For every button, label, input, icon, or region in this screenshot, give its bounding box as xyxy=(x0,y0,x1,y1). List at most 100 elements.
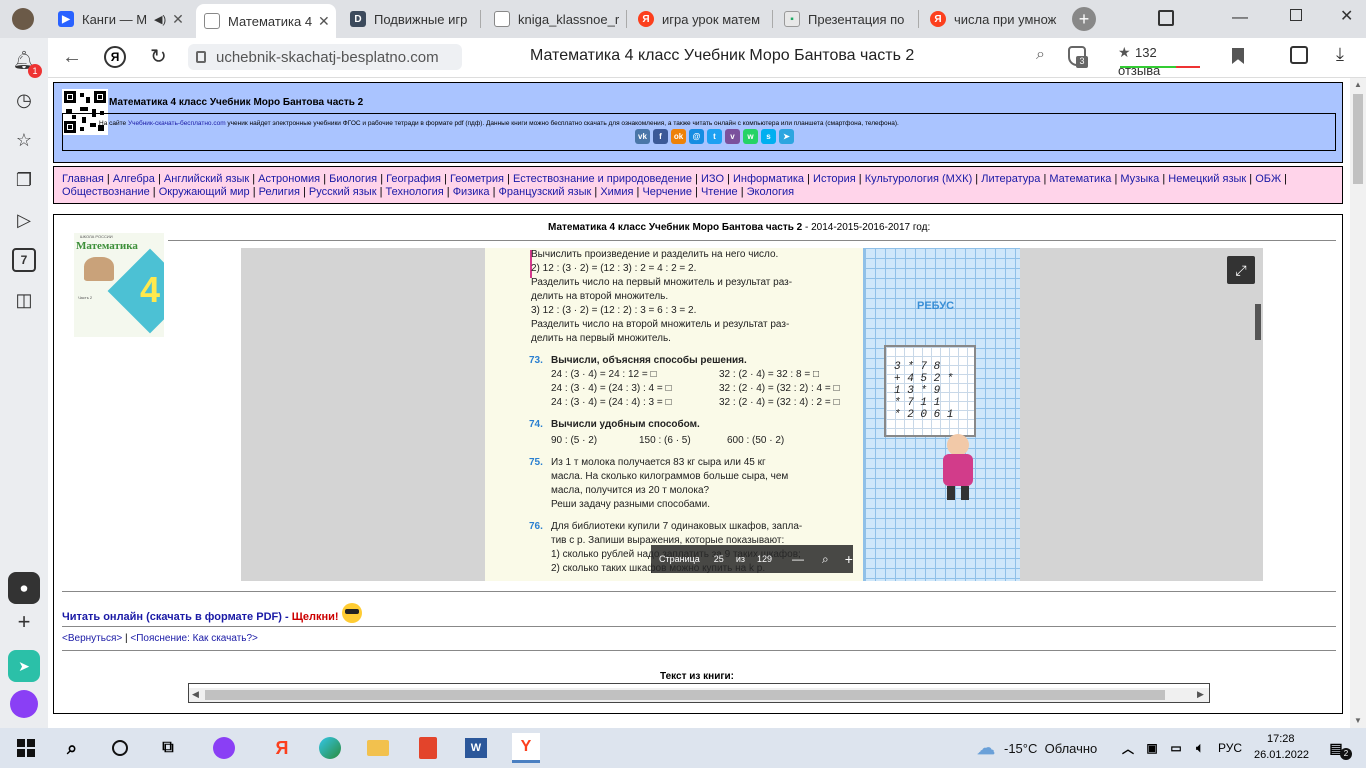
maximize-button[interactable] xyxy=(1290,9,1302,21)
nav-link-line1-7[interactable]: Естествознание и природоведение xyxy=(513,173,692,185)
nav-link-line2-9[interactable]: Чтение xyxy=(701,186,738,198)
nav-link-line2-0[interactable]: Обществознание xyxy=(62,186,150,198)
zoom-magnifier-icon[interactable]: ⌕ xyxy=(822,552,829,567)
tabs-collection-icon[interactable] xyxy=(1158,10,1174,26)
close-tab-icon[interactable]: ✕ xyxy=(318,13,330,30)
tray-app-icon[interactable]: ▣ xyxy=(1140,736,1164,760)
telegram-share-icon[interactable]: ➤ xyxy=(779,129,794,144)
tab-matematika[interactable]: Математика 4 ✕ xyxy=(196,4,336,38)
minimize-button[interactable]: — xyxy=(1232,9,1248,27)
new-tab-button[interactable]: + xyxy=(1072,7,1096,31)
nav-link-line1-1[interactable]: Алгебра xyxy=(113,173,155,185)
collections-icon[interactable] xyxy=(1290,46,1308,64)
windows-start-icon[interactable] xyxy=(14,736,38,760)
nav-link-line1-16[interactable]: ОБЖ xyxy=(1255,173,1281,185)
edge-icon[interactable] xyxy=(318,736,342,760)
nav-link-line2-7[interactable]: Химия xyxy=(600,186,633,198)
scroll-right-arrow-icon[interactable]: ▶ xyxy=(1197,689,1204,700)
download-icon[interactable]: ⤓ xyxy=(1336,44,1344,65)
scroll-up-arrow-icon[interactable]: ▲ xyxy=(1354,80,1362,89)
nav-link-line1-15[interactable]: Немецкий язык xyxy=(1168,173,1246,185)
yandex-y-icon[interactable]: Я xyxy=(104,46,126,68)
zoom-out-icon[interactable]: — xyxy=(792,552,804,566)
profile-avatar[interactable] xyxy=(12,8,34,30)
yandex-browser-taskbar-icon[interactable]: Y xyxy=(512,733,540,763)
word-icon[interactable]: W xyxy=(464,736,488,760)
video-icon[interactable]: ▷ xyxy=(12,208,36,232)
tab-igra-urok[interactable]: Я игра урок матем xyxy=(630,4,770,34)
page-number[interactable]: 25 xyxy=(714,554,724,564)
volume-icon[interactable]: 🔈︎ xyxy=(1188,736,1212,760)
scroll-left-arrow-icon[interactable]: ◀ xyxy=(192,689,199,700)
language-indicator[interactable]: РУС xyxy=(1218,741,1242,755)
book-text-area[interactable]: ◀ ▶ xyxy=(188,683,1210,703)
nav-link-line2-2[interactable]: Религия xyxy=(259,186,300,198)
nav-link-line2-10[interactable]: Экология xyxy=(747,186,795,198)
reviews-button[interactable]: ★ 132 отзыва xyxy=(1118,44,1202,78)
nav-link-line1-9[interactable]: Информатика xyxy=(733,173,804,185)
viewer-scroll-thumb[interactable] xyxy=(1255,304,1261,340)
file-explorer-icon[interactable] xyxy=(366,736,390,760)
nav-link-line1-10[interactable]: История xyxy=(813,173,856,185)
nav-link-line1-12[interactable]: Литература xyxy=(981,173,1040,185)
clock-time[interactable]: 17:28 xyxy=(1267,733,1295,745)
audio-icon[interactable]: ◀) xyxy=(154,13,166,26)
back-link[interactable]: <Вернуться> xyxy=(62,633,122,644)
text-area-hscroll[interactable]: ◀ ▶ xyxy=(189,688,1209,702)
nav-link-line1-11[interactable]: Культурология (МХК) xyxy=(865,173,973,185)
network-icon[interactable]: ▭ xyxy=(1164,736,1188,760)
fullscreen-icon[interactable]: ⤢ xyxy=(1227,256,1255,284)
tab-kniga[interactable]: kniga_klassnoe_r xyxy=(486,4,624,34)
explain-link[interactable]: <Пояснение: Как скачать?> xyxy=(130,633,258,644)
zoom-in-icon[interactable]: + xyxy=(845,551,853,567)
nav-link-line2-4[interactable]: Технология xyxy=(386,186,444,198)
nav-link-line1-5[interactable]: География xyxy=(386,173,441,185)
alice-recorder-icon[interactable]: ⏺ xyxy=(8,572,40,604)
site-link[interactable]: Учебник-скачать-бесплатно.com xyxy=(128,120,226,127)
search-icon[interactable]: ⌕ xyxy=(60,736,84,760)
nav-link-line2-3[interactable]: Русский язык xyxy=(309,186,377,198)
nav-link-line1-14[interactable]: Музыка xyxy=(1120,173,1159,185)
task-view-icon[interactable]: ⧉ xyxy=(156,736,180,760)
page-scrollbar[interactable]: ▲ ▼ xyxy=(1350,78,1366,728)
collections-icon[interactable]: ❐ xyxy=(12,168,36,192)
read-online-text[interactable]: Читать онлайн (скачать в формате PDF) - xyxy=(62,611,292,623)
moimir-share-icon[interactable]: @ xyxy=(689,129,704,144)
nav-link-line2-5[interactable]: Физика xyxy=(453,186,490,198)
clock-date[interactable]: 26.01.2022 xyxy=(1254,749,1309,761)
cortana-icon[interactable] xyxy=(108,736,132,760)
url-field[interactable]: uchebnik-skachatj-besplatno.com xyxy=(188,44,462,70)
nav-link-line1-0[interactable]: Главная xyxy=(62,173,104,185)
tray-chevron-icon[interactable]: ︿ xyxy=(1116,736,1140,760)
office-icon[interactable] xyxy=(416,736,440,760)
nav-link-line1-8[interactable]: ИЗО xyxy=(701,173,724,185)
weather-text[interactable]: -15°C Облачно xyxy=(1004,741,1097,756)
nav-link-line1-4[interactable]: Биология xyxy=(329,173,377,185)
vk-share-icon[interactable]: vk xyxy=(635,129,650,144)
nav-link-line1-6[interactable]: Геометрия xyxy=(450,173,504,185)
facebook-share-icon[interactable]: f xyxy=(653,129,668,144)
nav-link-line1-13[interactable]: Математика xyxy=(1049,173,1111,185)
read-online-link[interactable]: Читать онлайн (скачать в формате PDF) - … xyxy=(62,603,362,627)
reload-icon[interactable]: ↻ xyxy=(150,44,167,69)
tab-podvizhnye[interactable]: D Подвижные игр xyxy=(342,4,480,34)
nav-link-line1-3[interactable]: Астрономия xyxy=(258,173,320,185)
history-icon[interactable]: ◷ xyxy=(12,88,36,112)
scroll-thumb[interactable] xyxy=(1353,94,1363,184)
seven-icon[interactable]: 7 xyxy=(12,248,36,272)
close-tab-icon[interactable]: ✕ xyxy=(172,11,184,28)
nav-link-line1-2[interactable]: Английский язык xyxy=(164,173,249,185)
nav-link-line2-1[interactable]: Окружающий мир xyxy=(159,186,250,198)
find-icon[interactable]: ⌕ xyxy=(1036,46,1045,64)
bookmark-icon[interactable] xyxy=(1232,48,1244,64)
add-panel-icon[interactable]: + xyxy=(12,609,36,634)
twitter-share-icon[interactable]: t xyxy=(707,129,722,144)
tab-kangi[interactable]: ▶ Канги — М ◀) ✕ xyxy=(50,4,190,34)
yandex-taskbar-icon[interactable]: Я xyxy=(270,736,294,760)
alice-taskbar-icon[interactable] xyxy=(212,736,236,760)
nav-link-line2-8[interactable]: Черчение xyxy=(642,186,692,198)
tab-chisla[interactable]: Я числа при умнож xyxy=(922,4,1062,34)
pdf-viewer[interactable]: Вычислить произведение и разделить на не… xyxy=(241,248,1263,581)
tab-prezentaciya[interactable]: ▪ Презентация по xyxy=(776,4,916,34)
scroll-down-arrow-icon[interactable]: ▼ xyxy=(1354,716,1362,725)
